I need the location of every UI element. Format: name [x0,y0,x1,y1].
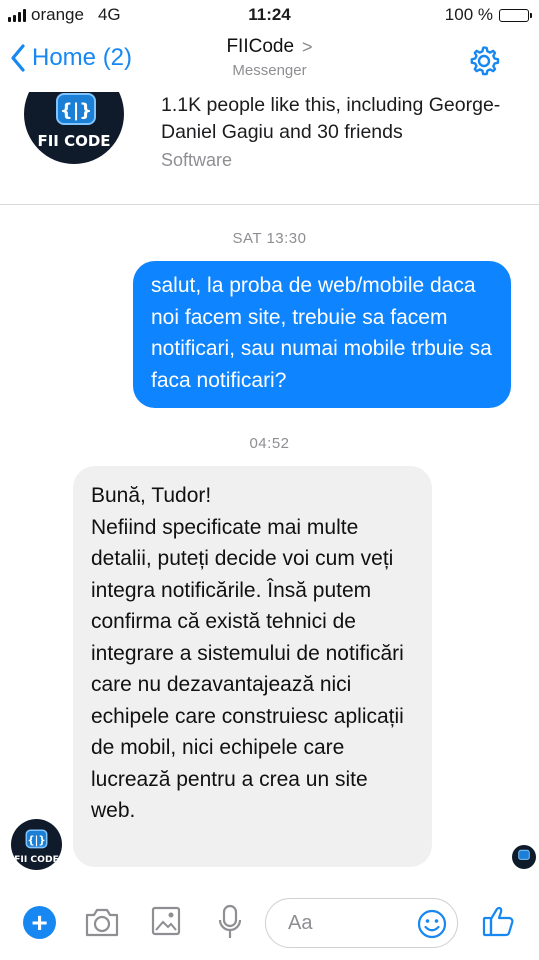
sender-avatar[interactable]: {|} FII CODE [11,819,62,870]
message-timestamp: 04:52 [249,435,290,452]
logo-text: FII CODE [37,132,110,150]
message-text: Nefiind specificate mai multe detalii, p… [91,515,404,823]
microphone-icon [218,904,242,938]
chevron-right-icon: > [302,36,313,57]
page-title: FIICode [226,36,295,57]
gallery-button[interactable] [151,906,181,941]
gear-icon [470,46,500,76]
settings-button[interactable] [467,44,501,83]
nav-bar: Home (2) FIICode > Messenger [0,30,539,92]
emoji-icon [417,909,447,939]
battery-icon [499,8,532,22]
message-timestamp: SAT 13:30 [232,230,307,247]
plus-icon: + [31,907,48,938]
page-subtitle: Messenger [232,62,307,79]
emoji-button[interactable] [417,909,447,944]
battery-percent: 100 % [444,5,493,24]
message-input[interactable]: Aa [265,898,458,948]
fiicode-logo [518,849,530,860]
fiicode-logo: {|} FII CODE [37,93,111,150]
message-greeting: Bună, Tudor! [91,484,212,507]
page-likes-text: 1.1K people like this, including George-… [161,94,501,143]
outgoing-message-bubble[interactable]: salut, la proba de web/mobile daca noi f… [133,261,511,408]
thumbs-up-icon [482,906,514,937]
page-category: Software [161,150,233,170]
status-bar: orange 4G 11:24 100 % [0,0,539,30]
camera-icon [85,908,119,937]
image-icon [151,906,181,936]
message-input-placeholder: Aa [288,912,313,934]
conversation-title[interactable]: FIICode > Messenger [0,36,539,79]
message-composer: + Aa [0,890,539,960]
message-text: salut, la proba de web/mobile daca noi f… [151,274,492,392]
voice-button[interactable] [217,904,243,945]
incoming-message-bubble[interactable]: Bună, Tudor! Nefiind specificate mai mul… [73,466,432,867]
plus-button[interactable]: + [23,906,56,939]
camera-button[interactable] [84,906,120,943]
svg-text:FII CODE: FII CODE [14,854,59,865]
seen-indicator-avatar [512,845,536,869]
like-button[interactable] [482,904,516,943]
page-info-card: {|} FII CODE 1.1K people like this, incl… [0,92,539,205]
fiicode-logo: {|} FII CODE [14,829,59,865]
svg-text:{|}: {|} [27,835,45,846]
logo-mark: {|} [60,100,92,121]
page-logo[interactable]: {|} FII CODE [24,92,124,164]
status-right: 100 % [444,5,532,25]
